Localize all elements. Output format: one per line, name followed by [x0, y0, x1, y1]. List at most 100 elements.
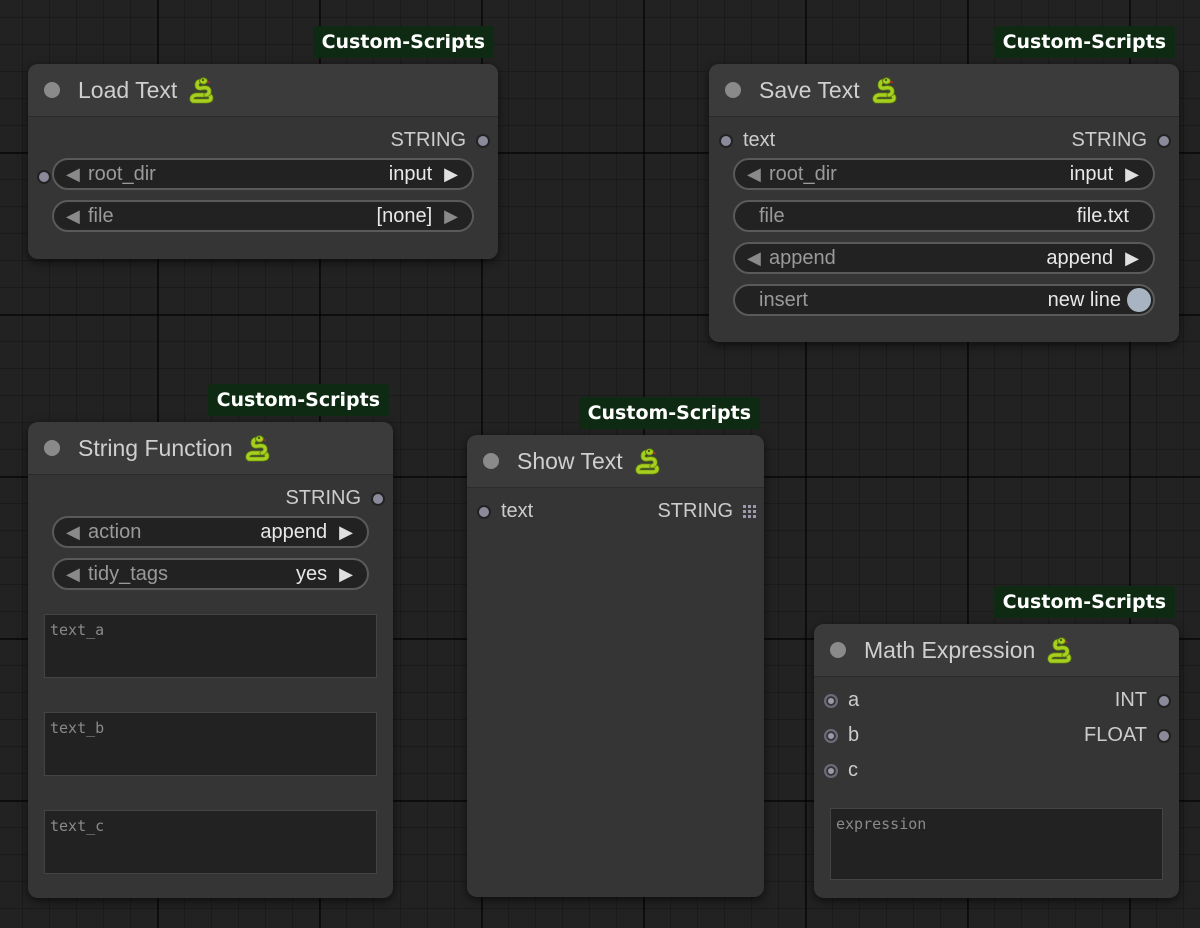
custom-scripts-badge: Custom-Scripts [993, 586, 1175, 618]
widget-value: [none] [376, 204, 433, 227]
input-slot[interactable] [824, 763, 838, 778]
node-title-bar[interactable]: Save Text [709, 64, 1179, 117]
widget-input-slot[interactable] [37, 170, 51, 184]
input-label: b [848, 724, 860, 746]
text-b-textarea[interactable]: text_b [44, 712, 377, 776]
increment-arrow[interactable]: ▶ [444, 164, 458, 185]
input-label: a [848, 689, 860, 711]
node-title-bar[interactable]: String Function [28, 422, 393, 475]
snake-icon [1045, 636, 1073, 664]
snake-icon [870, 76, 898, 104]
input-label: text [743, 129, 776, 151]
output-slot-row: STRING [28, 123, 498, 158]
output-label: STRING [285, 487, 361, 509]
widget-value: input [388, 162, 433, 185]
node-title: String Function [78, 434, 233, 461]
widget-label: root_dir [88, 162, 156, 185]
io-slot-row: text STRING [709, 123, 1179, 158]
io-slot-row: b FLOAT [814, 718, 1179, 753]
increment-arrow[interactable]: ▶ [1125, 248, 1139, 269]
node-title: Math Expression [864, 636, 1036, 663]
widget-value: input [1069, 162, 1114, 185]
combo-widget-root-dir[interactable]: ◀ root_dir input ▶ [37, 158, 474, 190]
custom-scripts-badge: Custom-Scripts [578, 397, 760, 429]
math-expression-node[interactable]: Custom-Scripts Math Expression a INT b F… [814, 586, 1179, 898]
widget-value: append [1046, 246, 1114, 269]
custom-scripts-badge: Custom-Scripts [993, 26, 1175, 58]
load-text-node[interactable]: Custom-Scripts Load Text STRING ◀ root_d… [28, 26, 498, 259]
input-slot[interactable] [719, 133, 733, 148]
text-widget-file[interactable]: file file.txt [733, 200, 1155, 232]
node-title: Show Text [517, 447, 623, 474]
output-label: STRING [1071, 129, 1147, 151]
list-output-icon[interactable] [743, 505, 756, 518]
node-title-bar[interactable]: Math Expression [814, 624, 1179, 677]
node-title-bar[interactable]: Show Text [467, 435, 764, 488]
expression-textarea[interactable]: expression [830, 808, 1163, 880]
output-slot[interactable] [1157, 728, 1171, 743]
increment-arrow[interactable]: ▶ [339, 522, 353, 543]
save-text-node[interactable]: Custom-Scripts Save Text text STRING ◀ r… [709, 26, 1179, 342]
node-status-dot[interactable] [830, 642, 846, 658]
widget-label: root_dir [769, 162, 837, 185]
widget-value: append [260, 520, 328, 543]
string-function-node[interactable]: Custom-Scripts String Function STRING ◀ … [28, 384, 393, 898]
output-label: INT [1114, 689, 1147, 711]
decrement-arrow[interactable]: ◀ [66, 164, 88, 185]
snake-icon [243, 434, 271, 462]
node-status-dot[interactable] [483, 453, 499, 469]
decrement-arrow[interactable]: ◀ [66, 564, 88, 585]
node-title: Load Text [78, 76, 178, 103]
io-slot-row: text STRING [467, 494, 764, 529]
output-slot-row: STRING [28, 481, 393, 516]
widget-label: file [759, 204, 785, 227]
input-label: c [848, 759, 858, 781]
widget-value: new line [1047, 288, 1121, 311]
widget-label: append [769, 246, 836, 269]
output-slot[interactable] [1157, 133, 1171, 148]
decrement-arrow[interactable]: ◀ [66, 522, 88, 543]
toggle-knob[interactable] [1127, 288, 1151, 312]
io-slot-row: c [814, 753, 1179, 788]
input-label: text [501, 500, 534, 522]
widget-label: insert [759, 288, 808, 311]
combo-widget-file[interactable]: ◀ file [none] ▶ [52, 200, 474, 232]
input-slot[interactable] [477, 504, 491, 519]
increment-arrow[interactable]: ▶ [1125, 164, 1139, 185]
widget-label: action [88, 520, 142, 543]
output-label: STRING [390, 129, 466, 151]
widget-label: file [88, 204, 114, 227]
output-label: FLOAT [1084, 724, 1147, 746]
increment-arrow[interactable]: ▶ [444, 206, 458, 227]
node-title-bar[interactable]: Load Text [28, 64, 498, 117]
text-c-textarea[interactable]: text_c [44, 810, 377, 874]
output-slot[interactable] [1157, 693, 1171, 708]
snake-icon [633, 447, 661, 475]
toggle-widget-insert[interactable]: insert new line [733, 284, 1155, 316]
widget-value: file.txt [1076, 204, 1129, 227]
node-status-dot[interactable] [44, 82, 60, 98]
node-status-dot[interactable] [725, 82, 741, 98]
combo-widget-append[interactable]: ◀ append append ▶ [733, 242, 1155, 274]
increment-arrow[interactable]: ▶ [339, 564, 353, 585]
node-status-dot[interactable] [44, 440, 60, 456]
text-a-textarea[interactable]: text_a [44, 614, 377, 678]
combo-widget-action[interactable]: ◀ action append ▶ [52, 516, 369, 548]
input-slot[interactable] [824, 728, 838, 743]
output-slot[interactable] [371, 491, 385, 506]
output-label: STRING [657, 500, 733, 522]
input-slot[interactable] [824, 693, 838, 708]
combo-widget-root-dir[interactable]: ◀ root_dir input ▶ [733, 158, 1155, 190]
io-slot-row: a INT [814, 683, 1179, 718]
output-slot[interactable] [476, 133, 490, 148]
node-title: Save Text [759, 76, 860, 103]
custom-scripts-badge: Custom-Scripts [312, 26, 494, 58]
custom-scripts-badge: Custom-Scripts [207, 384, 389, 416]
decrement-arrow[interactable]: ◀ [66, 206, 88, 227]
combo-widget-tidy-tags[interactable]: ◀ tidy_tags yes ▶ [52, 558, 369, 590]
show-text-node[interactable]: Custom-Scripts Show Text text STRING [467, 397, 764, 897]
widget-value: yes [296, 562, 328, 585]
decrement-arrow[interactable]: ◀ [747, 164, 769, 185]
decrement-arrow[interactable]: ◀ [747, 248, 769, 269]
snake-icon [187, 76, 215, 104]
